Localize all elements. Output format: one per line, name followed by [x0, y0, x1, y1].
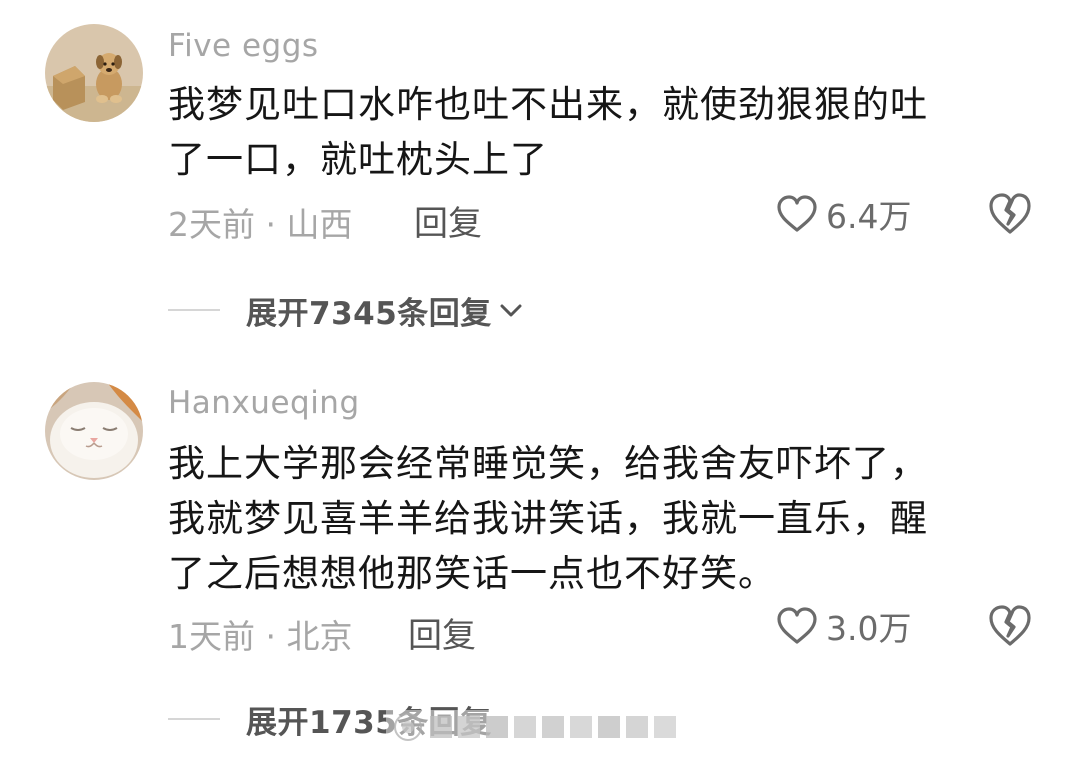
comment-text-line: 了之后想想他那笑话一点也不好笑。: [168, 552, 776, 595]
time-location: 2天前 · 山西: [168, 205, 353, 244]
like-button[interactable]: 6.4万: [776, 190, 911, 238]
like-count: 6.4万: [826, 197, 912, 236]
reply-button[interactable]: 回复: [408, 608, 476, 657]
avatar-image: [45, 24, 143, 122]
avatar[interactable]: [45, 24, 143, 122]
comment-meta: 1天前 · 北京 回复 3.0万: [168, 602, 1038, 656]
comment-meta: 2天前 · 山西 回复 6.4万: [168, 190, 1038, 244]
username[interactable]: Hanxueqing: [168, 385, 360, 421]
comment-text-line: 我就梦见喜羊羊给我讲笑话，我就一直乐，醒: [168, 497, 928, 540]
username[interactable]: Five eggs: [168, 28, 319, 64]
comment-text-line: 我梦见吐口水咋也吐不出来，就使劲狠狠的吐: [168, 83, 928, 126]
divider-line: [168, 309, 220, 311]
comment-text: 我上大学那会经常睡觉笑，给我舍友吓坏了， 我就梦见喜羊羊给我讲笑话，我就一直乐，…: [168, 436, 1018, 601]
dislike-button[interactable]: [986, 602, 1034, 650]
comment-text: 我梦见吐口水咋也吐不出来，就使劲狠狠的吐 了一口，就吐枕头上了: [168, 77, 1018, 187]
heart-outline-icon: [777, 607, 817, 644]
broken-heart-icon: [989, 193, 1031, 234]
avatar-image: [45, 382, 143, 480]
comment-text-line: 我上大学那会经常睡觉笑，给我舍友吓坏了，: [168, 442, 928, 485]
watermark-overlay: [386, 710, 686, 744]
divider-line: [168, 718, 220, 720]
broken-heart-icon: [989, 605, 1031, 646]
time-location: 1天前 · 北京: [168, 617, 353, 656]
heart-outline-icon: [777, 195, 817, 232]
dislike-button[interactable]: [986, 190, 1034, 238]
expand-replies-label: 展开7345条回复: [246, 295, 492, 332]
reply-button[interactable]: 回复: [414, 196, 482, 245]
expand-replies-button[interactable]: 展开7345条回复: [168, 288, 524, 332]
avatar[interactable]: [45, 382, 143, 480]
comment-text-line: 了一口，就吐枕头上了: [168, 138, 548, 181]
like-count: 3.0万: [826, 609, 912, 648]
chevron-down-icon: [500, 304, 522, 317]
like-button[interactable]: 3.0万: [776, 602, 911, 650]
